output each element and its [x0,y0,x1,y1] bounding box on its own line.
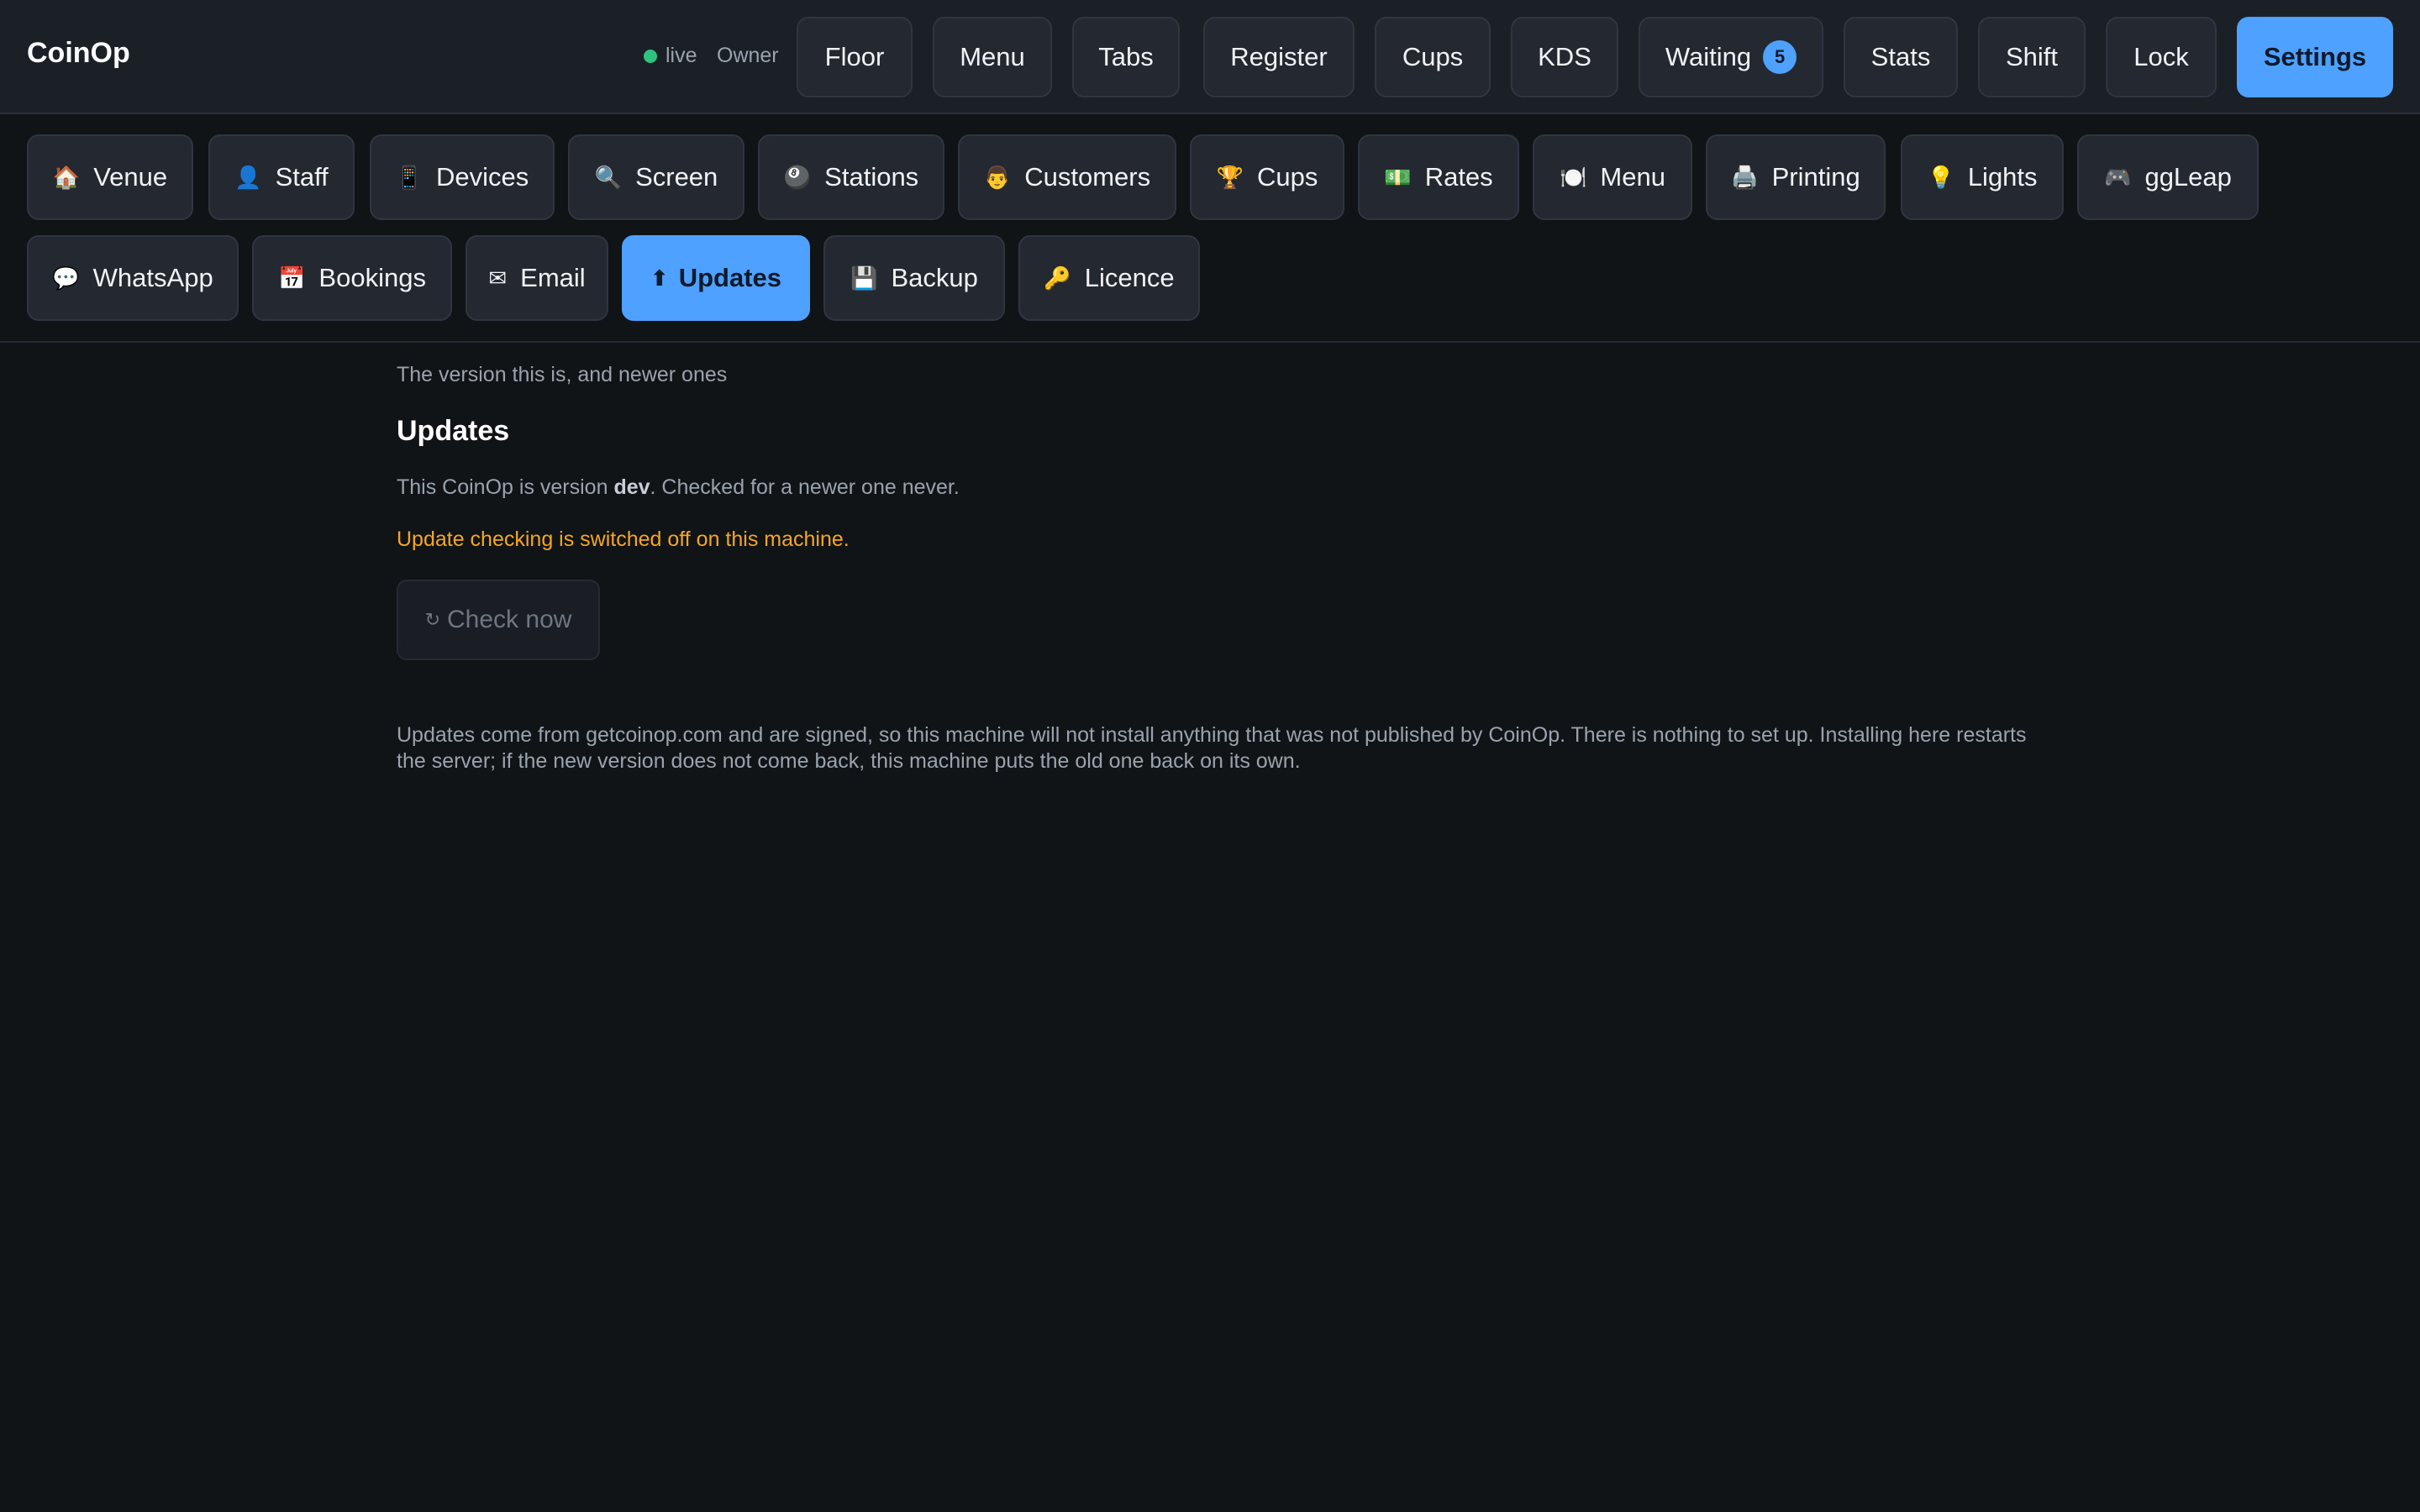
nav-waiting[interactable]: Waiting 5 [1639,17,1823,97]
tab-printing-label: Printing [1771,162,1860,192]
tab-cups-label: Cups [1257,162,1318,192]
person-icon: 👨 [983,164,1012,190]
tab-screen[interactable]: 🔍 Screen [568,134,744,220]
tab-whatsapp[interactable]: 💬 WhatsApp [27,235,239,321]
tab-cups[interactable]: 🏆 Cups [1190,134,1344,220]
tab-venue[interactable]: 🏠 Venue [27,134,193,220]
tab-whatsapp-label: WhatsApp [92,263,213,292]
house-icon: 🏠 [52,164,81,190]
calendar-icon: 📅 [278,265,306,291]
page-subtitle: The version this is, and newer ones [397,363,728,386]
printer-icon: 🖨️ [1731,164,1759,190]
update-warning: Update checking is switched off on this … [397,528,850,551]
trophy-icon: 🏆 [1216,164,1244,190]
nav-stats[interactable]: Stats [1844,17,1958,97]
tab-venue-label: Venue [93,162,168,192]
floppy-disk-icon: 💾 [850,265,878,291]
tab-email[interactable]: ✉ Email [466,235,608,321]
tab-lights[interactable]: 💡 Lights [1901,134,2064,220]
check-now-button[interactable]: ↻ Check now [397,580,600,660]
nav-settings[interactable]: Settings [2237,17,2393,97]
version-suffix: . Checked for a newer one never. [650,475,960,499]
tab-rates-label: Rates [1424,162,1493,192]
nav-lock[interactable]: Lock [2106,17,2217,97]
connection-status: live [644,44,697,68]
app-title: CoinOp [27,37,130,69]
tab-printing[interactable]: 🖨️ Printing [1706,134,1886,220]
tab-staff-label: Staff [275,162,329,192]
tab-licence-label: Licence [1084,263,1175,292]
user-icon: 👤 [234,164,262,190]
nav-waiting-label: Waiting [1665,42,1752,71]
nav-menu[interactable]: Menu [933,17,1052,97]
nav-tabs[interactable]: Tabs [1072,17,1180,97]
nav-cups[interactable]: Cups [1375,17,1491,97]
tab-ggleap[interactable]: 🎮 ggLeap [2077,134,2259,220]
nav-floor[interactable]: Floor [797,17,913,97]
tab-devices[interactable]: 📱 Devices [370,134,555,220]
lightbulb-icon: 💡 [1927,164,1954,190]
envelope-icon: ✉ [488,265,508,291]
tab-customers[interactable]: 👨 Customers [958,134,1176,220]
chat-bubble-icon: 💬 [52,265,80,291]
tab-backup-label: Backup [891,263,978,292]
user-role: Owner [717,44,779,67]
page-title: Updates [397,415,510,447]
nav-register[interactable]: Register [1203,17,1355,97]
tab-bookings[interactable]: 📅 Bookings [252,235,452,321]
tab-staff[interactable]: 👤 Staff [208,134,355,220]
tab-email-label: Email [520,263,586,292]
nav-shift[interactable]: Shift [1978,17,2086,97]
tab-updates[interactable]: ⬆ Updates [622,235,810,321]
phone-icon: 📱 [395,164,424,190]
tab-lights-label: Lights [1967,162,2038,192]
billiard-ball-icon: 🎱 [783,164,812,190]
tab-rates[interactable]: 💵 Rates [1358,134,1519,220]
version-value: dev [613,475,650,499]
tab-stations-label: Stations [824,162,919,192]
arrow-up-icon: ⬆ [650,265,669,291]
waiting-count-badge: 5 [1763,40,1797,74]
settings-tabs: 🏠 Venue 👤 Staff 📱 Devices 🔍 Screen 🎱 Sta… [0,114,2420,343]
status-label: live [666,44,697,67]
version-prefix: This CoinOp is version [397,475,614,499]
tab-bookings-label: Bookings [318,263,426,292]
tab-customers-label: Customers [1024,162,1151,192]
tab-devices-label: Devices [436,162,529,192]
updates-note: Updates come from getcoinop.com and are … [397,723,2027,773]
tab-screen-label: Screen [635,162,718,192]
gamepad-icon: 🎮 [2104,164,2132,190]
top-bar: CoinOp live Owner Floor Menu Tabs Regist… [0,0,2420,114]
version-info: This CoinOp is version dev. Checked for … [397,475,960,500]
money-icon: 💵 [1384,164,1412,190]
tab-updates-label: Updates [678,263,782,292]
magnifier-icon: 🔍 [594,164,623,190]
key-icon: 🔑 [1044,265,1071,291]
tab-licence[interactable]: 🔑 Licence [1018,235,1200,321]
check-now-label: Check now [447,606,572,633]
nav-kds[interactable]: KDS [1511,17,1618,97]
tab-stations[interactable]: 🎱 Stations [758,134,944,220]
tab-backup[interactable]: 💾 Backup [823,235,1005,321]
live-dot-icon [644,49,657,63]
tab-menu[interactable]: 🍽️ Menu [1533,134,1692,220]
tab-ggleap-label: ggLeap [2144,162,2232,192]
refresh-icon: ↻ [424,609,441,630]
plate-icon: 🍽️ [1560,164,1587,190]
tab-menu-label: Menu [1600,162,1665,192]
